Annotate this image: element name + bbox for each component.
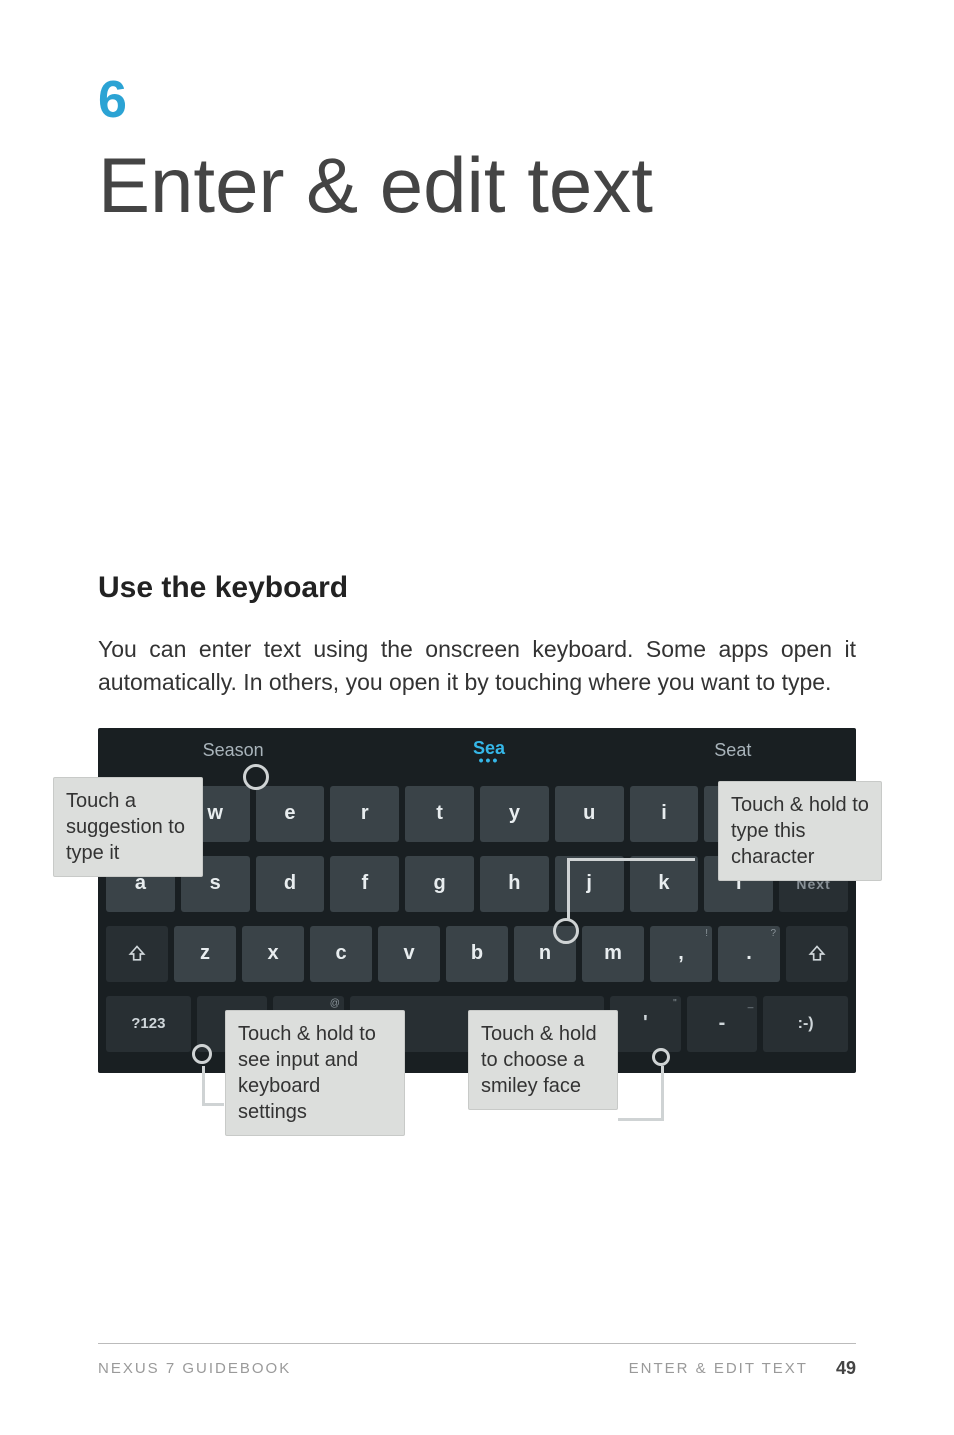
- key-u[interactable]: u: [555, 786, 624, 842]
- key-x[interactable]: x: [242, 926, 304, 982]
- callout-ring-icon: [652, 1048, 670, 1066]
- callout-character: Touch & hold to type this character: [718, 781, 882, 881]
- page-number: 49: [836, 1358, 856, 1379]
- shift-icon: [807, 944, 827, 964]
- key-smiley[interactable]: :-): [763, 996, 848, 1052]
- key-j[interactable]: j: [555, 856, 624, 912]
- section-heading: Use the keyboard: [98, 571, 856, 605]
- key-z[interactable]: z: [174, 926, 236, 982]
- page: 6 Enter & edit text Use the keyboard You…: [0, 0, 954, 1435]
- key-y[interactable]: y: [480, 786, 549, 842]
- key-m[interactable]: m: [582, 926, 644, 982]
- key-k[interactable]: k: [630, 856, 699, 912]
- callout-ring-icon: [192, 1044, 212, 1064]
- leader-line: [567, 858, 695, 861]
- key-apostrophe[interactable]: '": [610, 996, 681, 1052]
- key-f[interactable]: f: [330, 856, 399, 912]
- callout-input-settings: Touch & hold to see input and keyboard s…: [225, 1010, 405, 1136]
- callout-ring-icon: [243, 764, 269, 790]
- key-i[interactable]: i: [630, 786, 699, 842]
- shift-icon: [127, 944, 147, 964]
- key-period-alt: ?: [770, 928, 776, 939]
- chapter-title: Enter & edit text: [98, 140, 856, 231]
- key-period-label: .: [746, 942, 752, 965]
- key-dash-label: -: [719, 1012, 726, 1035]
- chapter-number: 6: [98, 70, 856, 130]
- key-apos-label: ': [643, 1012, 648, 1035]
- callout-suggestion: Touch a suggestion to type it: [53, 777, 203, 877]
- key-t[interactable]: t: [405, 786, 474, 842]
- keyboard-row-3: z x c v b n m ,! .?: [106, 926, 848, 982]
- key-comma-alt: !: [705, 928, 708, 939]
- key-comma[interactable]: ,!: [650, 926, 712, 982]
- key-symbols[interactable]: ?123: [106, 996, 191, 1052]
- key-e[interactable]: e: [256, 786, 325, 842]
- keyboard-figure: Season Sea ••• Seat q w e r t y u i o p: [98, 728, 856, 1208]
- leader-line: [661, 1066, 664, 1121]
- leader-line: [202, 1066, 205, 1106]
- suggestion-right[interactable]: Seat: [700, 740, 765, 761]
- leader-line: [567, 858, 570, 920]
- key-slash-alt: @: [330, 998, 340, 1009]
- key-r[interactable]: r: [330, 786, 399, 842]
- key-c[interactable]: c: [310, 926, 372, 982]
- suggestion-left[interactable]: Season: [189, 740, 278, 761]
- leader-line: [202, 1103, 224, 1106]
- key-shift-right[interactable]: [786, 926, 848, 982]
- key-dash-alt: _: [748, 998, 754, 1009]
- callout-ring-icon: [553, 918, 579, 944]
- key-dash[interactable]: -_: [687, 996, 758, 1052]
- body-text: You can enter text using the onscreen ke…: [98, 633, 856, 700]
- key-v[interactable]: v: [378, 926, 440, 982]
- key-shift-left[interactable]: [106, 926, 168, 982]
- callout-smiley: Touch & hold to choose a smiley face: [468, 1010, 618, 1110]
- key-apos-alt: ": [673, 998, 677, 1009]
- page-footer: NEXUS 7 GUIDEBOOK ENTER & EDIT TEXT 49: [98, 1343, 856, 1379]
- key-h[interactable]: h: [480, 856, 549, 912]
- suggestion-bar: Season Sea ••• Seat: [98, 728, 856, 774]
- leader-line: [618, 1118, 664, 1121]
- suggestion-middle[interactable]: Sea •••: [459, 738, 519, 763]
- key-g[interactable]: g: [405, 856, 474, 912]
- key-d[interactable]: d: [256, 856, 325, 912]
- footer-left: NEXUS 7 GUIDEBOOK: [98, 1360, 291, 1377]
- footer-right: ENTER & EDIT TEXT: [629, 1360, 808, 1377]
- key-b[interactable]: b: [446, 926, 508, 982]
- key-period[interactable]: .?: [718, 926, 780, 982]
- key-comma-label: ,: [678, 942, 684, 965]
